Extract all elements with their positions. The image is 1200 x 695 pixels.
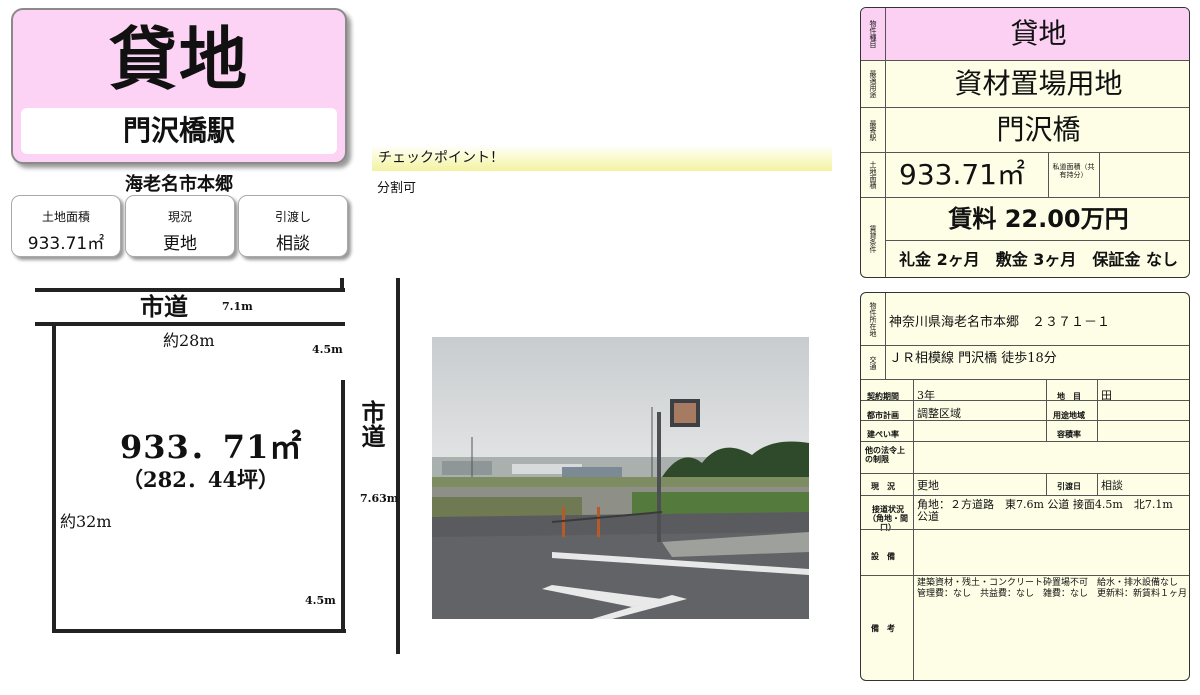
divider (861, 441, 1189, 442)
lot-boundary (341, 380, 345, 632)
info-card-area: 土地面積 933.71㎡ (11, 195, 121, 257)
use-label: 最適用途 (869, 70, 877, 98)
info-card-label: 土地面積 (41, 210, 90, 224)
divider (1097, 379, 1098, 441)
side-length: 約32m (60, 512, 112, 531)
road-label-top: 市道 (140, 293, 188, 321)
other-law-label: 他の法令上の制限 (865, 446, 905, 464)
station-value: 門沢橋 (996, 113, 1081, 146)
divider (861, 379, 1189, 380)
location-label: 物件所在地 (869, 301, 877, 337)
notes-label: 備 考 (871, 624, 895, 633)
summary-panel: 物件種目 貸地 最適用途 資材置場用地 最寄駅 門沢橋 土地面積 933.71㎡… (860, 7, 1190, 278)
rent-label: 賃貸条件 (869, 224, 877, 253)
checkpoint-text: 分割可 (377, 181, 417, 196)
info-card-value: 相談 (276, 234, 310, 254)
use-value: 資材置場用地 (954, 67, 1123, 100)
divider (1048, 153, 1049, 197)
city-name: 海老名市本郷 (125, 174, 233, 195)
divider (861, 420, 1189, 421)
notes-value: 建築資材・残土・コンクリート砕置場不可 給水・排水設備なし 管理費：なし 共益費… (917, 578, 1188, 599)
rent-value: 賃料 22.00万円 (948, 205, 1129, 233)
info-card-status: 現況 更地 (125, 195, 235, 257)
area-value: 933.71㎡ (899, 158, 1025, 191)
info-card-value: 更地 (163, 234, 197, 254)
divider (885, 293, 886, 379)
info-card-handover: 引渡し 相談 (238, 195, 348, 257)
divider (861, 529, 1189, 530)
checkpoint-heading: チェックポイント！ (372, 145, 832, 171)
road-edge-line (396, 278, 400, 654)
info-card-label: 現況 (167, 210, 192, 224)
divider (1097, 473, 1098, 495)
road-width-right: 7.63m (360, 492, 399, 505)
handover-value: 相談 (1101, 479, 1123, 492)
bcr-label: 建ぺい率 (867, 430, 899, 439)
facility-label: 設 備 (871, 552, 895, 561)
title-card: 貸地 門沢橋駅 (11, 8, 347, 164)
info-card-value: 933.71㎡ (27, 234, 105, 254)
top-length: 約28m (163, 331, 215, 350)
station-name: 門沢橋駅 (21, 108, 337, 154)
info-card-label: 引渡し (274, 210, 311, 224)
lot-boundary (52, 629, 346, 633)
divider (861, 575, 1189, 576)
city-plan-value: 調整区域 (917, 407, 961, 420)
road-label-right: 市道 (357, 400, 385, 448)
divider (861, 400, 1189, 401)
road-edge-line (35, 288, 345, 292)
divider (1046, 379, 1047, 441)
type-value: 貸地 (1010, 17, 1067, 50)
frontage-bottom: 4.5m (305, 594, 336, 607)
frontage-top: 4.5m (312, 343, 343, 356)
far-label: 容積率 (1057, 430, 1081, 439)
divider (861, 473, 1189, 474)
road-access-label: 接道状況（角地・間口） (868, 505, 908, 532)
location-value: 神奈川県海老名市本郷 ２３７１－１ (889, 315, 1111, 330)
property-type-title: 貸地 (108, 21, 249, 100)
site-photo (432, 337, 809, 619)
detail-table: 物件所在地 神奈川県海老名市本郷 ２３７１－１ 交通 ＪＲ相模線 門沢橋 徒歩1… (860, 292, 1190, 681)
road-width-top: 7.1m (222, 300, 253, 313)
lot-tsubo: （282．44坪） (122, 467, 280, 492)
divider (1099, 153, 1100, 197)
station-label: 最寄駅 (869, 119, 877, 141)
lot-boundary (52, 326, 56, 632)
lot-area: 933．71㎡ (120, 428, 303, 466)
status-label: 現 況 (871, 482, 895, 491)
rent-terms: 礼金 2ヶ月 敷金 3ヶ月 保証金 なし (899, 250, 1178, 269)
transport-label: 交通 (869, 355, 877, 370)
divider (861, 345, 1189, 346)
divider (861, 495, 1189, 496)
handover-label: 引渡日 (1057, 482, 1081, 491)
road-access-value: 角地：２方道路 東7.6m 公道 接面4.5m 北7.1m 公道 (917, 498, 1173, 523)
divider (1046, 473, 1047, 495)
road-edge-line (340, 278, 344, 292)
status-value: 更地 (917, 479, 939, 492)
divider (913, 379, 914, 680)
transport-value: ＪＲ相模線 門沢橋 徒歩18分 (889, 351, 1057, 366)
private-road-label: 私道面積（共有持分） (1052, 163, 1095, 179)
road-edge-line (35, 322, 345, 326)
area-label: 土地面積 (869, 161, 877, 189)
type-label: 物件種目 (861, 8, 885, 60)
